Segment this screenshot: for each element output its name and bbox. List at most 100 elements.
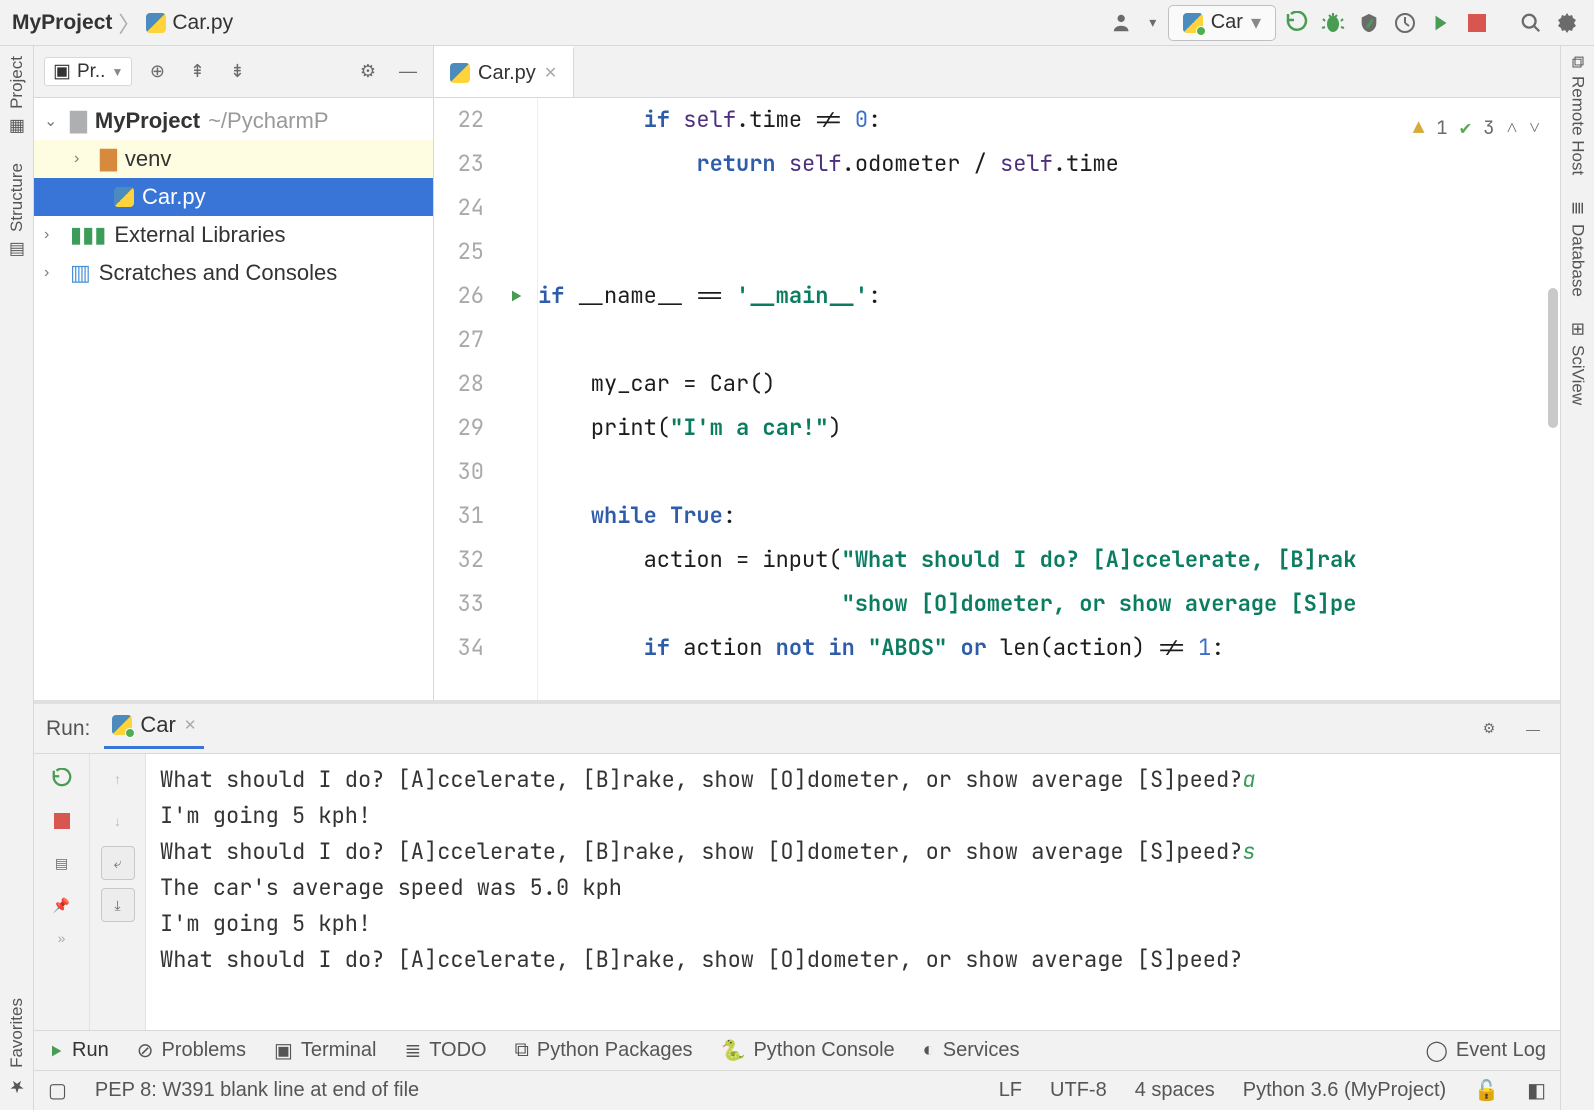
python-console-tool-button[interactable]: 🐍 Python Console <box>721 1038 895 1063</box>
event-log-icon: ◯ <box>1426 1038 1448 1063</box>
next-highlight-icon[interactable]: ˅ <box>1529 106 1540 150</box>
favorites-tool-button[interactable]: ★ Favorites <box>7 998 27 1096</box>
todo-tool-button[interactable]: ≣ TODO <box>404 1038 486 1063</box>
weak-count: 3 <box>1483 106 1494 150</box>
chevron-right-icon[interactable]: › <box>74 150 92 168</box>
sciview-icon: ⊞ <box>1568 322 1588 336</box>
python-console-icon: 🐍 <box>721 1038 746 1063</box>
structure-tool-button[interactable]: ▤ Structure <box>7 163 27 260</box>
run-toolbar-second: ↑ ↓ ⤶ ⤓ <box>90 754 146 1030</box>
tree-scratches[interactable]: › ▥ Scratches and Consoles <box>34 254 433 292</box>
scrollbar-thumb[interactable] <box>1548 288 1558 428</box>
packages-tool-button[interactable]: ⧉ Python Packages <box>515 1039 693 1062</box>
python-icon <box>1183 13 1203 33</box>
weak-warning-icon: ✔ <box>1460 106 1471 150</box>
run-title: Run: <box>46 717 90 741</box>
select-opened-icon[interactable]: ⊕ <box>142 57 172 87</box>
search-icon[interactable] <box>1516 8 1546 38</box>
breadcrumb-file[interactable]: Car.py <box>172 11 233 35</box>
database-tool-button[interactable]: ≣ Database <box>1568 201 1588 296</box>
user-icon[interactable] <box>1108 8 1138 38</box>
run-tab-label: Car <box>140 712 175 738</box>
rerun-button[interactable] <box>45 762 79 796</box>
console-output[interactable]: What should I do? [A]ccelerate, [B]rake,… <box>146 754 1560 1030</box>
gear-icon[interactable]: ⚙ <box>353 57 383 87</box>
run-more-button[interactable] <box>1426 8 1456 38</box>
run-button[interactable] <box>1282 8 1312 38</box>
external-libraries-icon: ▮▮▮ <box>70 222 106 248</box>
scratches-icon: ▥ <box>70 260 91 286</box>
tree-root-path: ~/PycharmP <box>208 108 328 134</box>
tree-root[interactable]: ⌄ ▇ MyProject ~/PycharmP <box>34 102 433 140</box>
settings-icon[interactable] <box>1552 8 1582 38</box>
ide-status-icon[interactable]: ◧ <box>1527 1078 1546 1103</box>
bottom-tool-bar: Run ⊘ Problems ▣ Terminal ≣ TODO ⧉ Pytho… <box>34 1030 1560 1070</box>
python-file-icon <box>114 187 134 207</box>
problems-label: Problems <box>161 1039 245 1062</box>
breadcrumb[interactable]: MyProject 〉 Car.py <box>12 7 233 39</box>
event-log-tool-button[interactable]: ◯ Event Log <box>1426 1038 1546 1063</box>
tree-file-car[interactable]: Car.py <box>34 178 433 216</box>
coverage-button[interactable] <box>1354 8 1384 38</box>
scroll-end-icon[interactable]: ⤓ <box>101 888 135 922</box>
todo-label: TODO <box>429 1039 486 1062</box>
python-file-icon <box>146 13 166 33</box>
python-interpreter[interactable]: Python 3.6 (MyProject) <box>1243 1079 1446 1102</box>
layout-icon[interactable]: ▤ <box>45 846 79 880</box>
stop-button[interactable] <box>1462 8 1492 38</box>
up-icon[interactable]: ↑ <box>101 762 135 796</box>
sciview-tool-button[interactable]: ⊞ SciView <box>1568 322 1588 404</box>
project-view-selector[interactable]: ▣ Pr.. ▼ <box>44 57 132 86</box>
soft-wrap-icon[interactable]: ⤶ <box>101 846 135 880</box>
line-gutter[interactable]: 22232425262728293031323334 <box>434 98 494 700</box>
hide-icon[interactable]: — <box>1518 714 1548 744</box>
indent-setting[interactable]: 4 spaces <box>1135 1079 1215 1102</box>
remote-host-tool-button[interactable]: ⧉ Remote Host <box>1568 56 1588 175</box>
status-message[interactable]: PEP 8: W391 blank line at end of file <box>95 1079 419 1102</box>
chevron-right-icon[interactable]: › <box>44 226 62 244</box>
file-encoding[interactable]: UTF-8 <box>1050 1079 1107 1102</box>
down-icon[interactable]: ↓ <box>101 804 135 838</box>
project-rail-icon: ▦ <box>7 117 27 137</box>
favorites-rail-label: Favorites <box>7 998 27 1068</box>
run-tool-label: Run <box>72 1039 109 1062</box>
terminal-tool-button[interactable]: ▣ Terminal <box>274 1038 376 1063</box>
run-gutter[interactable] <box>494 98 538 700</box>
gear-icon[interactable]: ⚙ <box>1474 714 1504 744</box>
close-icon[interactable]: ✕ <box>544 63 557 83</box>
debug-button[interactable] <box>1318 8 1348 38</box>
prev-highlight-icon[interactable]: ˄ <box>1507 106 1518 150</box>
dropdown-caret-icon[interactable]: ▾ <box>1144 8 1162 38</box>
close-icon[interactable]: ✕ <box>184 716 197 734</box>
chevron-down-icon[interactable]: ⌄ <box>44 111 62 131</box>
editor-tab-car[interactable]: Car.py ✕ <box>434 46 574 97</box>
run-tab-car[interactable]: Car ✕ <box>104 708 204 749</box>
hide-icon[interactable]: — <box>393 57 423 87</box>
chevron-right-icon: 〉 <box>118 7 140 39</box>
navigation-bar: MyProject 〉 Car.py ▾ Car ▾ <box>0 0 1594 46</box>
run-tool-button[interactable]: Run <box>48 1039 109 1062</box>
services-tool-button[interactable]: ◐ Services <box>923 1039 1020 1062</box>
tree-external-libraries[interactable]: › ▮▮▮ External Libraries <box>34 216 433 254</box>
line-separator[interactable]: LF <box>999 1079 1022 1102</box>
todo-icon: ≣ <box>404 1038 421 1063</box>
collapse-all-icon[interactable]: ⇟ <box>222 57 252 87</box>
code-content[interactable]: if self.time != 0: return self.odometer … <box>538 98 1560 700</box>
project-tool-button[interactable]: ▦ Project <box>7 56 27 137</box>
project-tree[interactable]: ⌄ ▇ MyProject ~/PycharmP › ▇ venv Car.py <box>34 98 433 296</box>
tree-venv[interactable]: › ▇ venv <box>34 140 433 178</box>
problems-tool-button[interactable]: ⊘ Problems <box>137 1038 246 1063</box>
warning-count: 1 <box>1436 106 1447 150</box>
lock-icon[interactable]: 🔓 <box>1474 1078 1499 1103</box>
profile-button[interactable] <box>1390 8 1420 38</box>
expand-all-icon[interactable]: ⇞ <box>182 57 212 87</box>
chevron-right-icon[interactable]: › <box>44 264 62 282</box>
stop-button[interactable] <box>45 804 79 838</box>
breadcrumb-project[interactable]: MyProject <box>12 11 112 35</box>
inspections-widget[interactable]: ▲ 1 ✔ 3 ˄ ˅ <box>1413 106 1540 150</box>
run-configuration-selector[interactable]: Car ▾ <box>1168 5 1276 41</box>
toolwindow-toggle-icon[interactable]: ▢ <box>48 1078 67 1103</box>
pin-icon[interactable]: 📌 <box>45 888 79 922</box>
tree-extlib-label: External Libraries <box>114 222 285 248</box>
code-editor[interactable]: 22232425262728293031323334 if self.time … <box>434 98 1560 700</box>
